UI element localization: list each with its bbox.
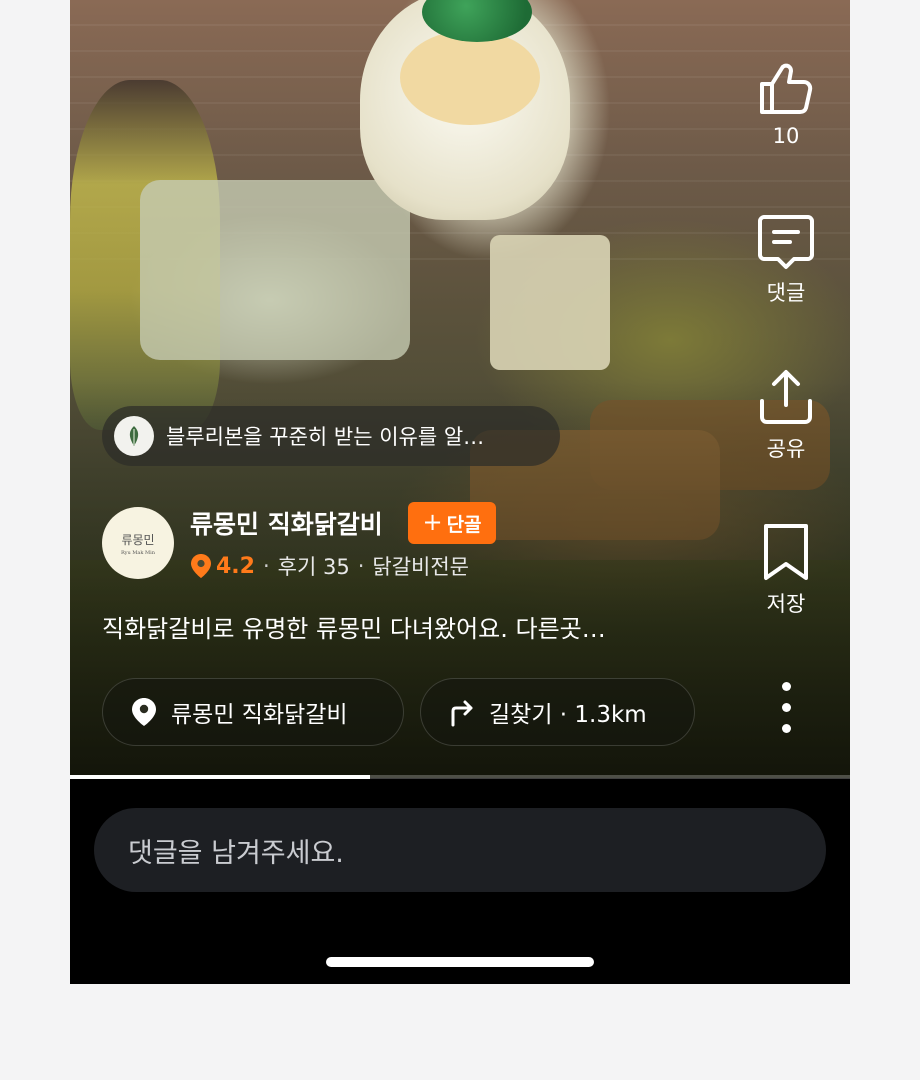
comment-icon — [758, 215, 814, 269]
mascot-face — [400, 30, 540, 125]
bookmark-icon — [764, 524, 808, 580]
location-pin-icon — [132, 698, 156, 726]
separator: · — [357, 554, 365, 578]
more-icon-dot — [781, 703, 791, 712]
store-category: 닭갈비전문 — [372, 555, 470, 579]
thumbs-up-icon — [760, 63, 813, 114]
logo-text: 류몽민 — [121, 532, 155, 547]
plus-icon: + — [422, 507, 443, 536]
sofa-figure — [140, 180, 410, 360]
store-name[interactable]: 류몽민 직화닭갈비 — [190, 505, 383, 541]
directions-chip-label: 길찾기 · 1.3km — [489, 702, 647, 728]
store-rating: 4.2 — [216, 553, 255, 579]
logo-subtext: Ryu Mak Min — [121, 549, 155, 556]
like-action[interactable]: 10 — [746, 58, 826, 148]
separator: · — [262, 554, 270, 578]
store-logo[interactable]: 류몽민 Ryu Mak Min — [102, 507, 174, 579]
share-icon — [760, 370, 812, 424]
video-progress-fill — [70, 775, 371, 779]
comment-placeholder: 댓글을 남겨주세요. — [128, 837, 344, 869]
place-chip-label: 류몽민 직화닭갈비 — [171, 702, 348, 728]
video-frame[interactable] — [70, 0, 850, 778]
comment-label: 댓글 — [766, 281, 806, 305]
save-action[interactable]: 저장 — [746, 522, 826, 618]
location-pin-icon — [191, 554, 211, 578]
tote-bag-figure — [490, 235, 610, 370]
regular-customer-button[interactable]: + 단골 — [408, 502, 496, 544]
directions-chip[interactable]: 길찾기 · 1.3km — [420, 678, 695, 746]
video-progress-bar[interactable] — [70, 775, 850, 779]
more-icon-dot — [781, 724, 791, 733]
ribbon-thumb-icon — [114, 416, 154, 456]
like-count: 10 — [772, 124, 800, 148]
share-action[interactable]: 공유 — [746, 367, 826, 463]
share-label: 공유 — [766, 437, 806, 461]
more-icon-dot — [781, 682, 791, 691]
comment-action[interactable]: 댓글 — [746, 211, 826, 307]
save-label: 저장 — [766, 592, 806, 616]
turn-right-arrow-icon — [451, 700, 473, 727]
comment-input[interactable]: 댓글을 남겨주세요. — [94, 808, 826, 892]
place-chip[interactable]: 류몽민 직화닭갈비 — [102, 678, 404, 746]
blue-ribbon-pill[interactable]: 블루리본을 꾸준히 받는 이유를 알… — [102, 406, 560, 466]
regular-button-label: 단골 — [446, 513, 482, 536]
post-caption[interactable]: 직화닭갈비로 유명한 류몽민 다녀왔어요. 다른곳… — [102, 609, 712, 644]
home-indicator — [326, 957, 594, 967]
more-options-button[interactable] — [776, 682, 796, 734]
store-meta: 4.2 · 후기 35 · 닭갈비전문 — [190, 550, 469, 582]
event-pill-text: 블루리본을 꾸준히 받는 이유를 알… — [166, 425, 485, 449]
review-count[interactable]: 후기 35 — [278, 551, 350, 581]
short-video-screen: 10 댓글 공유 저장 블루리본을 꾸준히 받는 이유를 알… 류몽민 Ryu … — [70, 0, 850, 984]
